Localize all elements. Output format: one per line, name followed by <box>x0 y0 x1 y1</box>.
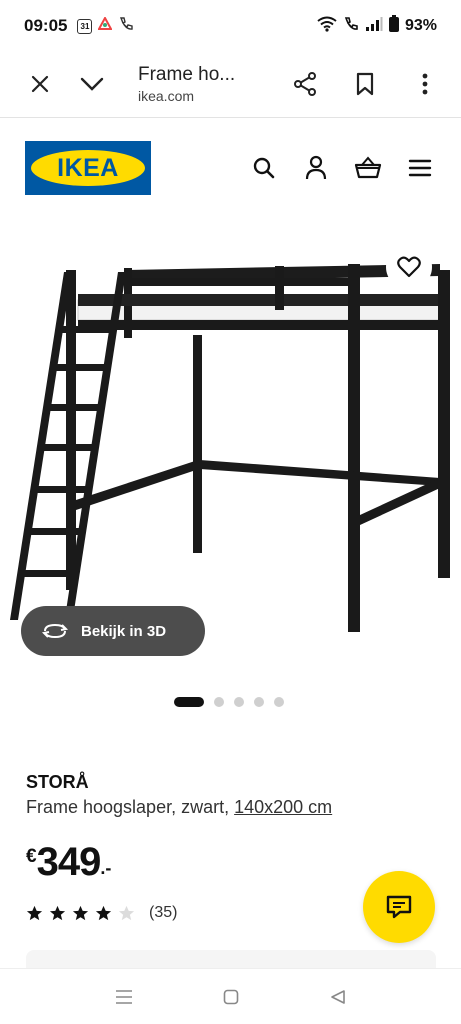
home-icon <box>223 989 238 1004</box>
star-empty-icon <box>118 905 135 921</box>
close-icon <box>31 75 49 93</box>
view-3d-button[interactable]: Bekijk in 3D <box>21 606 205 656</box>
recents-icon <box>115 989 132 1004</box>
back-icon <box>330 989 345 1004</box>
chat-button[interactable] <box>363 871 435 943</box>
chevron-down-icon <box>80 77 104 91</box>
calendar-icon: 31 <box>77 18 93 34</box>
page-title: Frame ho... <box>138 64 236 85</box>
gallery-dot[interactable] <box>234 697 244 707</box>
favourite-button[interactable] <box>386 244 432 290</box>
site-header: IKEA <box>0 140 461 196</box>
view-3d-label: Bekijk in 3D <box>81 622 167 640</box>
share-button[interactable] <box>279 58 331 110</box>
logo-text: IKEA <box>57 153 119 182</box>
rotate-3d-icon <box>41 623 69 639</box>
battery-icon <box>388 15 399 37</box>
photos-icon <box>97 15 114 36</box>
battery-level: 93% <box>404 17 437 34</box>
wifi-icon <box>317 16 337 37</box>
menu-icon <box>408 159 432 177</box>
signal-icon <box>365 16 383 37</box>
search-button[interactable] <box>247 151 281 185</box>
system-nav-bar <box>0 968 461 1024</box>
wifi-call-icon <box>118 16 134 37</box>
star-filled-icon <box>26 905 43 921</box>
share-icon <box>294 72 316 96</box>
minimize-button[interactable] <box>66 58 118 110</box>
star-filled-icon <box>95 905 112 921</box>
chat-icon <box>386 895 412 919</box>
clock: 09:05 <box>24 16 68 35</box>
more-options-button[interactable] <box>399 58 451 110</box>
page-title-block[interactable]: Frame ho... ikea.com <box>138 64 258 104</box>
price-integer: 349 <box>36 840 102 884</box>
status-bar: 09:05 31 93% <box>0 0 461 52</box>
gallery-dot[interactable] <box>274 697 284 707</box>
home-button[interactable] <box>211 977 251 1017</box>
menu-button[interactable] <box>403 151 437 185</box>
search-icon <box>253 157 275 179</box>
browser-toolbar: Frame ho... ikea.com <box>0 52 461 116</box>
user-icon <box>305 155 327 180</box>
star-filled-icon <box>49 905 66 921</box>
more-vert-icon <box>422 73 428 95</box>
page-url: ikea.com <box>138 88 195 104</box>
gallery-pagination <box>174 697 284 707</box>
product-name: STORÅ <box>26 772 89 792</box>
toolbar-divider <box>0 117 461 118</box>
bookmark-icon <box>356 72 374 96</box>
ikea-logo[interactable]: IKEA <box>25 141 151 195</box>
price-currency: € <box>26 846 37 867</box>
info-card <box>26 950 436 970</box>
account-button[interactable] <box>299 151 333 185</box>
product-rating[interactable]: (35) <box>26 904 177 922</box>
basket-button[interactable] <box>351 151 385 185</box>
price-decimal: .- <box>100 858 112 878</box>
bookmark-button[interactable] <box>339 58 391 110</box>
size-link[interactable]: 140x200 cm <box>234 797 332 817</box>
back-button[interactable] <box>318 977 358 1017</box>
recents-button[interactable] <box>104 977 144 1017</box>
product-description: Frame hoogslaper, zwart, 140x200 cm <box>26 797 332 818</box>
star-filled-icon <box>72 905 89 921</box>
gallery-dot[interactable] <box>214 697 224 707</box>
gallery-dot[interactable] <box>174 697 204 707</box>
call-icon <box>343 16 359 37</box>
heart-icon <box>397 256 421 278</box>
product-price: € 349 .- <box>26 840 111 885</box>
review-count: (35) <box>149 904 178 921</box>
product-description-text: Frame hoogslaper, zwart, <box>26 797 230 817</box>
basket-icon <box>354 156 382 179</box>
close-tab-button[interactable] <box>14 58 66 110</box>
gallery-dot[interactable] <box>254 697 264 707</box>
